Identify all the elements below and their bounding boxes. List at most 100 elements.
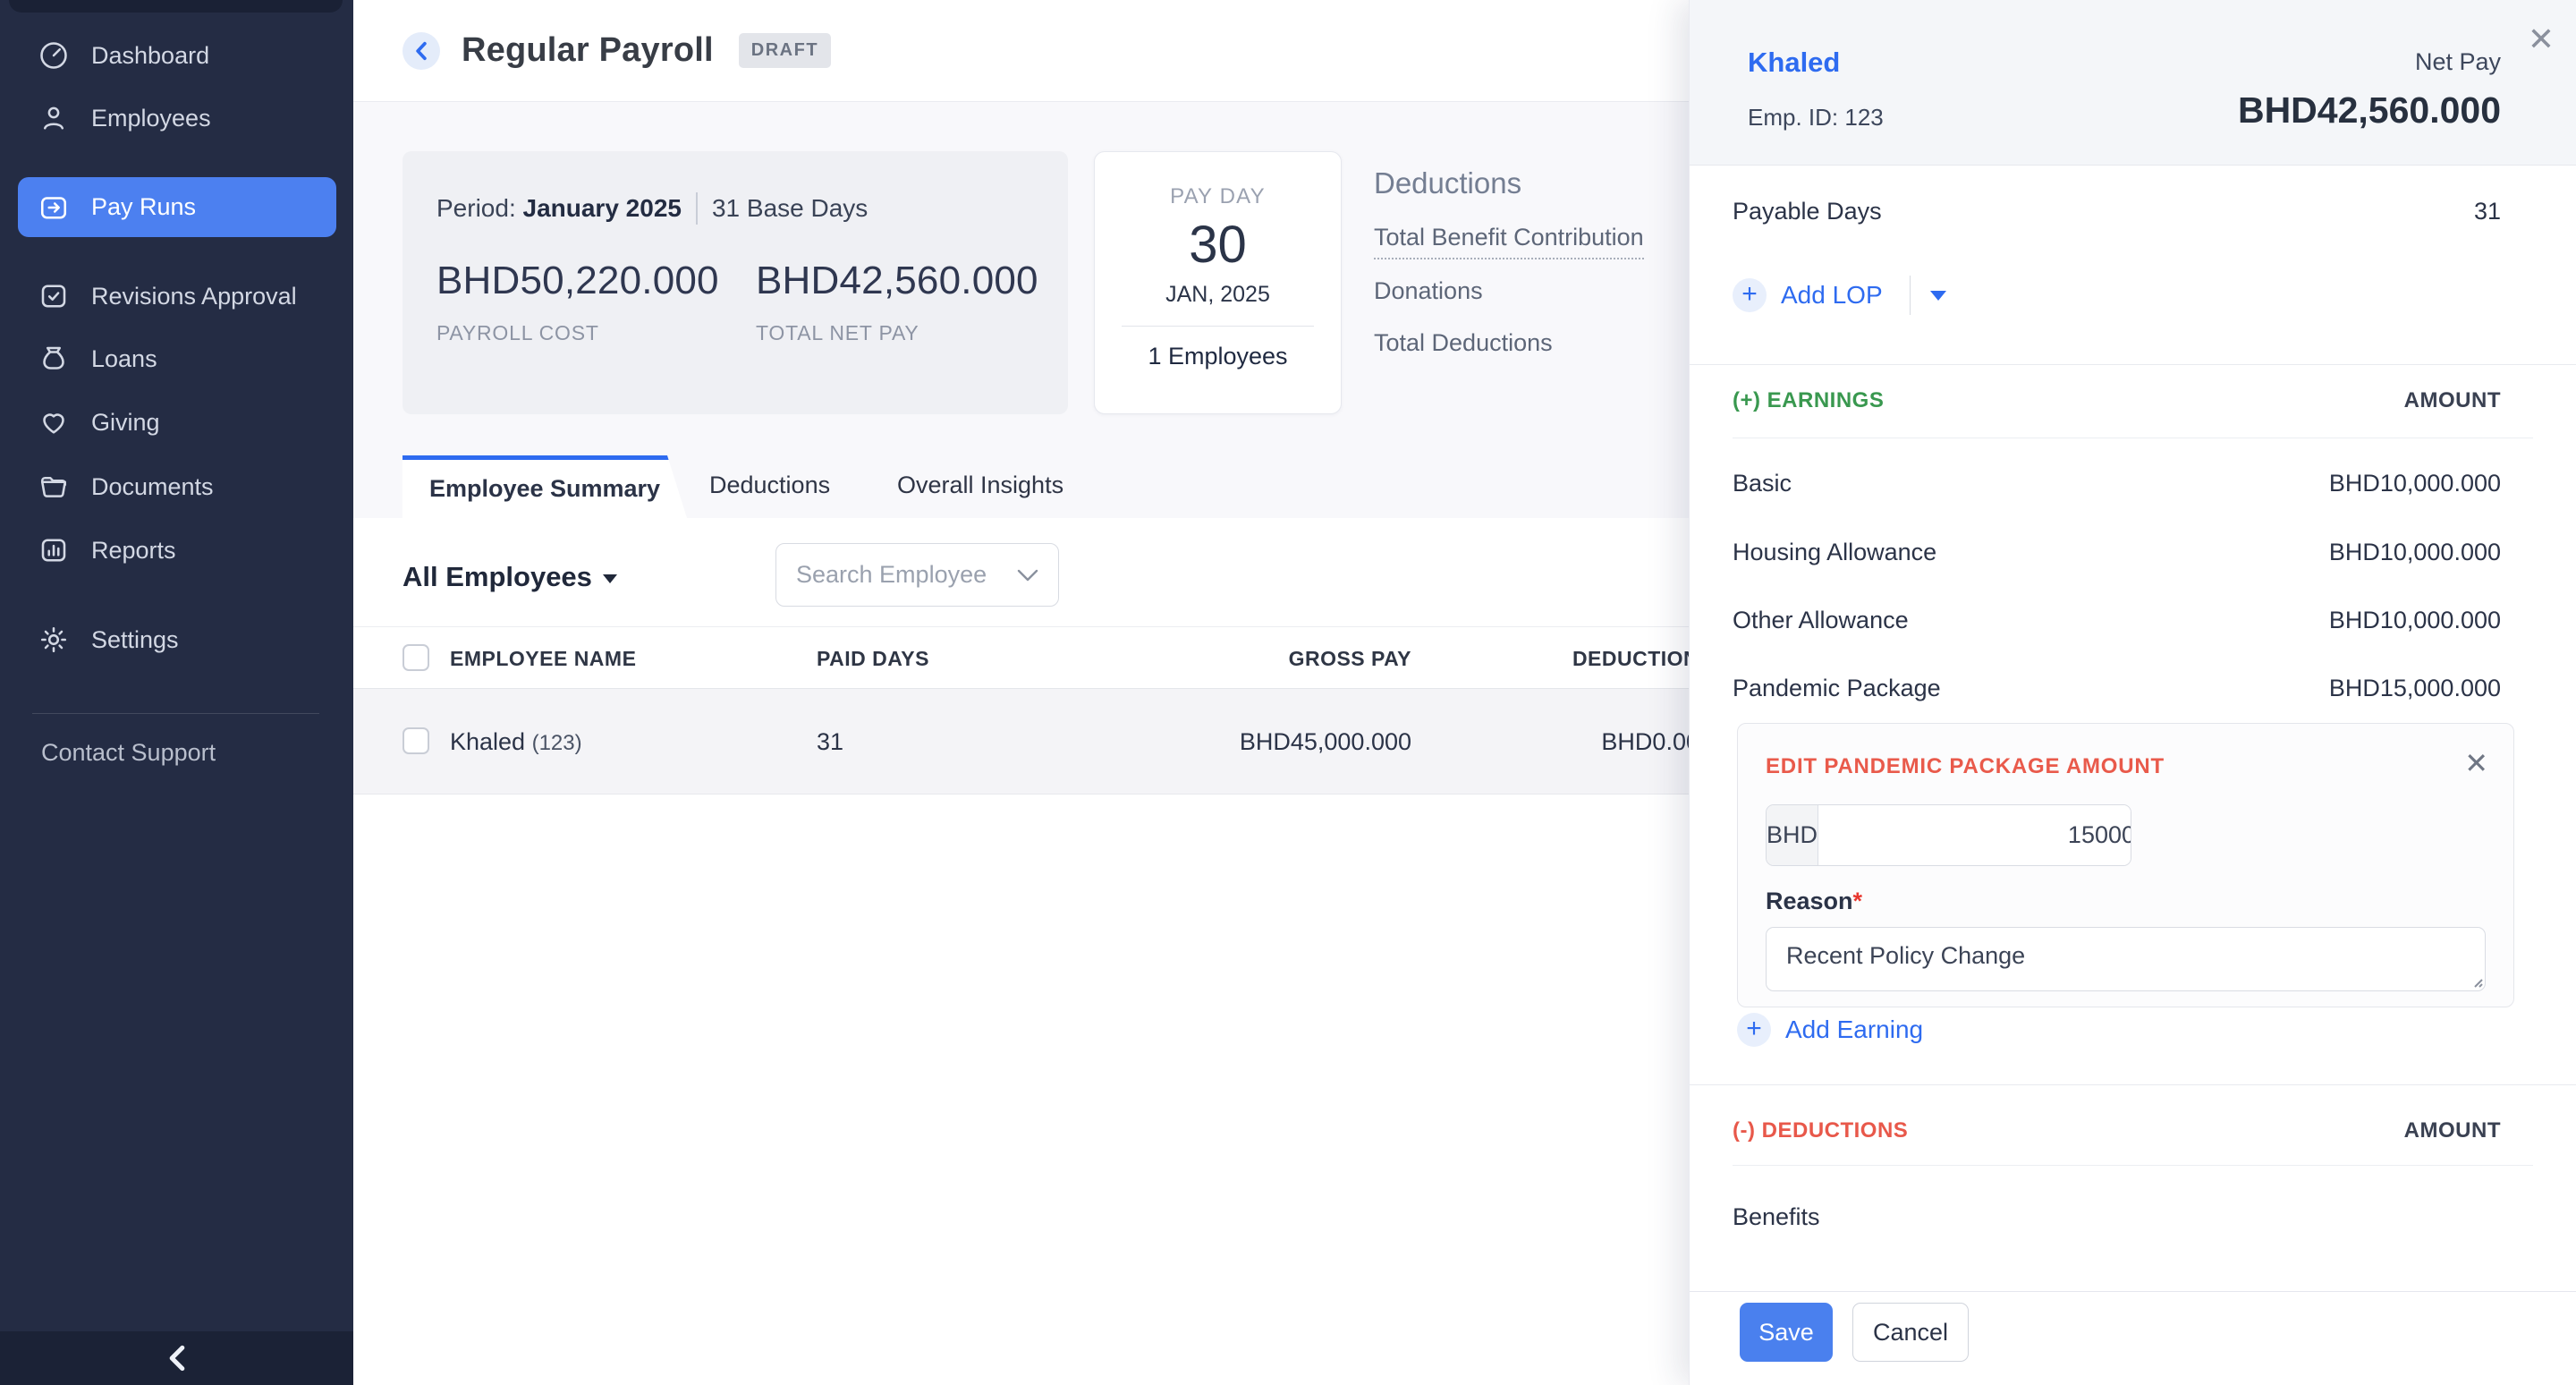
employee-name-cell[interactable]: Khaled (123) (450, 689, 582, 794)
deductions-summary-title: Deductions (1374, 166, 1644, 200)
back-chevron-icon (414, 41, 428, 61)
sidebar-item-label: Employees (91, 105, 211, 132)
sidebar-item-documents[interactable]: Documents (0, 455, 353, 518)
sidebar-item-giving[interactable]: Giving (0, 391, 353, 454)
loans-icon (38, 343, 70, 375)
earning-label: Pandemic Package (1733, 675, 1941, 702)
deductions-header: (-) DEDUCTIONS (1733, 1118, 1908, 1143)
sidebar-item-dashboard[interactable]: Dashboard (0, 24, 353, 87)
section-divider (1690, 364, 2576, 365)
deductions-cell: BHD0.000 (1409, 689, 1713, 794)
earning-label: Housing Allowance (1733, 539, 1936, 566)
sidebar: Dashboard Employees Pay Runs Revisions A… (0, 0, 353, 1385)
payable-days-row: Payable Days 31 (1733, 186, 2501, 236)
earning-label: Other Allowance (1733, 607, 1909, 634)
payable-days-value: 31 (2474, 198, 2501, 225)
reason-label: Reason* (1766, 888, 1862, 915)
employee-id: (123) (532, 731, 582, 755)
edit-pandemic-package-form: EDIT PANDEMIC PACKAGE AMOUNT ✕ BHD Reaso… (1737, 723, 2514, 1007)
total-benefit-contribution[interactable]: Total Benefit Contribution (1374, 224, 1644, 259)
earnings-header-row: (+) EARNINGS AMOUNT (1733, 376, 2501, 426)
section-divider (1733, 1165, 2533, 1166)
earning-amount: BHD10,000.000 (2329, 607, 2501, 634)
amount-header: AMOUNT (2404, 1118, 2501, 1143)
sidebar-item-label: Dashboard (91, 42, 209, 70)
sidebar-item-reports[interactable]: Reports (0, 519, 353, 582)
pay-day-number: 30 (1095, 215, 1341, 275)
paid-days-cell: 31 (817, 689, 843, 794)
sidebar-divider (32, 713, 319, 714)
section-divider (1690, 1084, 2576, 1085)
plus-icon: + (1733, 278, 1767, 312)
sidebar-logo-strip (9, 0, 343, 13)
sidebar-item-label: Loans (91, 345, 157, 373)
add-earning-label: Add Earning (1785, 1015, 1923, 1044)
sidebar-item-label: Reports (91, 537, 176, 565)
reason-textarea[interactable]: Recent Policy Change (1766, 927, 2486, 991)
add-lop-button[interactable]: + Add LOP (1733, 276, 1946, 315)
tab-employee-summary[interactable]: Employee Summary (402, 455, 687, 518)
sidebar-item-settings[interactable]: Settings (0, 608, 353, 671)
period-label: Period: (436, 194, 516, 222)
payroll-summary-card: Period: January 2025 31 Base Days BHD50,… (402, 151, 1068, 414)
earning-label: Basic (1733, 470, 1792, 497)
donations: Donations (1374, 277, 1483, 305)
add-earning-button[interactable]: + Add Earning (1737, 1013, 1923, 1047)
earning-amount: BHD15,000.000 (2329, 675, 2501, 702)
pay-day-label: PAY DAY (1095, 184, 1341, 209)
amount-input[interactable] (1818, 805, 2131, 865)
employees-icon (38, 102, 70, 134)
total-net-pay-value: BHD42,560.000 (756, 259, 1038, 303)
amount-input-group: BHD (1766, 804, 2131, 866)
select-all-checkbox[interactable] (402, 644, 429, 671)
add-lop-label: Add LOP (1781, 281, 1883, 310)
tab-overall-insights[interactable]: Overall Insights (897, 455, 1063, 518)
deductions-header-row: (-) DEDUCTIONS AMOUNT (1733, 1106, 2501, 1156)
earnings-header: (+) EARNINGS (1733, 388, 1884, 413)
tab-deductions[interactable]: Deductions (709, 455, 830, 518)
search-employee-select[interactable]: Search Employee (775, 543, 1059, 607)
payroll-cost-value: BHD50,220.000 (436, 259, 719, 303)
earning-row-pandemic: Pandemic Package BHD15,000.000 (1733, 663, 2501, 713)
employee-name: Khaled (450, 728, 525, 755)
all-employees-label: All Employees (402, 561, 592, 593)
payable-days-label: Payable Days (1733, 198, 1882, 225)
pay-day-divider (1122, 326, 1314, 327)
all-employees-filter[interactable]: All Employees (402, 561, 617, 593)
base-days: 31 Base Days (712, 194, 868, 223)
pay-day-card: PAY DAY 30 JAN, 2025 1 Employees (1094, 151, 1342, 414)
chevron-down-icon (603, 574, 617, 583)
sidebar-item-revisions-approval[interactable]: Revisions Approval (0, 265, 353, 327)
panel-close-icon[interactable]: ✕ (2528, 23, 2555, 55)
settings-icon (38, 624, 70, 656)
save-button[interactable]: Save (1740, 1303, 1833, 1362)
deduction-label: Benefits (1733, 1203, 1820, 1231)
back-button[interactable] (402, 32, 440, 70)
edit-form-close-icon[interactable]: ✕ (2464, 749, 2488, 777)
sidebar-item-label: Giving (91, 409, 160, 437)
page-title: Regular Payroll (462, 31, 714, 70)
sidebar-item-label: Settings (91, 626, 179, 654)
search-employee-placeholder: Search Employee (796, 561, 1017, 589)
sidebar-collapse-button[interactable] (0, 1331, 353, 1385)
earning-row-basic: Basic BHD10,000.000 (1733, 458, 2501, 508)
contact-support-link[interactable]: Contact Support (41, 739, 216, 767)
panel-employee-name-link[interactable]: Khaled (1748, 47, 1840, 79)
sidebar-item-employees[interactable]: Employees (0, 87, 353, 149)
column-paid-days: PAID DAYS (817, 627, 929, 690)
sidebar-item-pay-runs[interactable]: Pay Runs (18, 177, 336, 237)
cancel-button[interactable]: Cancel (1852, 1303, 1969, 1362)
edit-form-title: EDIT PANDEMIC PACKAGE AMOUNT (1766, 754, 2165, 779)
reports-icon (38, 534, 70, 566)
tab-label: Employee Summary (429, 475, 660, 503)
sidebar-item-loans[interactable]: Loans (0, 327, 353, 390)
row-checkbox[interactable] (402, 727, 429, 754)
add-lop-dropdown-icon[interactable] (1930, 291, 1946, 301)
giving-icon (38, 406, 70, 438)
column-deductions: DEDUCTIONS (1409, 627, 1713, 690)
earning-row-housing: Housing Allowance BHD10,000.000 (1733, 527, 2501, 577)
earning-row-other: Other Allowance BHD10,000.000 (1733, 595, 2501, 645)
documents-icon (38, 471, 70, 503)
net-pay-label: Net Pay (2415, 48, 2501, 76)
required-asterisk: * (1853, 888, 1863, 914)
